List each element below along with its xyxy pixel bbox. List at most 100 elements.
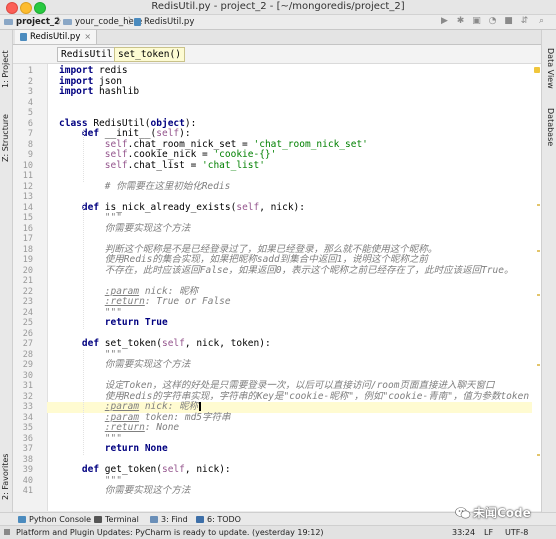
- window-title: RedisUtil.py - project_2 - [~/mongoredis…: [151, 1, 405, 12]
- line-number: 27: [22, 339, 33, 349]
- favorites-tool-button[interactable]: 2: Favorites: [1, 454, 10, 500]
- line-number: 10: [22, 160, 33, 171]
- text-caret: [199, 402, 201, 411]
- code-line[interactable]: 你需要实现这个方法: [59, 359, 191, 371]
- line-number: 28: [22, 349, 33, 360]
- search-icon[interactable]: ⌕: [537, 16, 546, 27]
- line-number: 23: [22, 297, 33, 307]
- nav-crumb-project[interactable]: project_2: [4, 15, 60, 29]
- line-number: 41: [22, 486, 33, 496]
- breadcrumb-class[interactable]: RedisUtil: [57, 47, 117, 62]
- window-title-bar: RedisUtil.py - project_2 - [~/mongoredis…: [0, 0, 556, 15]
- breadcrumb-method[interactable]: set_token(): [114, 47, 185, 62]
- close-tab-icon[interactable]: ×: [84, 32, 91, 41]
- line-number: 38: [22, 454, 33, 465]
- line-number: 40: [22, 475, 33, 486]
- code-line[interactable]: # 你需要在这里初始化Redis: [59, 181, 231, 193]
- code-editor[interactable]: 1 2 3 4 5 6 7 8 9 10 11 12 13 14 15 16 17 18 19 20 21 22 23 24 2…: [13, 64, 541, 511]
- line-number: 25: [22, 318, 33, 328]
- inspection-mark[interactable]: [537, 364, 540, 366]
- stop-icon[interactable]: ■: [504, 16, 513, 27]
- code-line[interactable]: 你需要实现这个方法: [59, 223, 191, 235]
- indent-guide: [83, 349, 84, 455]
- code-line[interactable]: 不存在，此时应该返回False，如果返回0，表示这个昵称之前已经存在了，此时应该…: [59, 265, 514, 277]
- line-number: 21: [22, 276, 33, 286]
- database-tool-button[interactable]: Database: [546, 108, 555, 146]
- line-number: 36: [22, 433, 33, 444]
- line-number: 4: [27, 97, 33, 108]
- line-number: 7: [27, 129, 33, 139]
- editor-tab-bar: RedisUtil.py ×: [13, 30, 541, 45]
- line-number: 2: [27, 76, 33, 87]
- profile-icon[interactable]: ◔: [488, 16, 497, 27]
- watermark: 未闻Code: [455, 503, 531, 523]
- caret-position[interactable]: 33:24: [452, 526, 475, 539]
- status-bar: Platform and Plugin Updates: PyCharm is …: [0, 525, 556, 539]
- vcs-icon[interactable]: ⇵: [520, 16, 529, 27]
- inspection-status-icon[interactable]: [534, 67, 540, 73]
- left-tool-strip: 1: Project Z: Structure 2: Favorites: [0, 30, 13, 512]
- coverage-icon[interactable]: ▣: [472, 16, 481, 27]
- line-number: 1: [27, 66, 33, 76]
- python-file-icon: [134, 17, 141, 26]
- structure-breadcrumb-bar: RedisUtil set_token(): [13, 45, 541, 64]
- find-icon: [150, 516, 158, 523]
- line-number: 35: [22, 423, 33, 433]
- line-number: 33: [22, 402, 33, 412]
- line-number: 19: [22, 255, 33, 265]
- folder-icon: [4, 18, 13, 25]
- status-message[interactable]: Platform and Plugin Updates: PyCharm is …: [16, 526, 324, 539]
- code-line[interactable]: 你需要实现这个方法: [59, 485, 191, 497]
- project-tool-button[interactable]: 1: Project: [1, 50, 10, 88]
- line-number: 31: [22, 381, 33, 391]
- line-separator[interactable]: LF: [484, 526, 493, 539]
- debug-icon[interactable]: ✱: [456, 16, 465, 27]
- todo-icon: [196, 516, 204, 523]
- line-number: 16: [22, 223, 33, 234]
- navigation-bar: project_2 〉 your_code_here 〉 RedisUtil.p…: [0, 15, 556, 30]
- folder-icon: [63, 18, 72, 25]
- line-number: 30: [22, 370, 33, 381]
- data-view-tool-button[interactable]: Data View: [546, 48, 555, 89]
- code-line[interactable]: return None: [59, 443, 168, 455]
- line-number-gutter: 1 2 3 4 5 6 7 8 9 10 11 12 13 14 15 16 17 18 19 20 21 22 23 24 2…: [13, 64, 48, 511]
- line-number: 37: [22, 444, 33, 454]
- code-line[interactable]: import hashlib: [59, 86, 139, 98]
- wechat-icon: [455, 507, 471, 519]
- terminal-icon: [94, 516, 102, 523]
- indent-guide: [83, 129, 84, 182]
- inspection-mark[interactable]: [537, 250, 540, 252]
- file-encoding[interactable]: UTF-8: [505, 526, 528, 539]
- nav-crumb-file[interactable]: RedisUtil.py: [134, 15, 194, 29]
- line-number: 39: [22, 465, 33, 475]
- status-icon: [4, 529, 10, 535]
- line-number: 20: [22, 265, 33, 276]
- code-line[interactable]: self.chat_list = 'chat_list': [59, 160, 265, 172]
- line-number: 34: [22, 412, 33, 423]
- line-number: 26: [22, 328, 33, 339]
- right-tool-strip: Data View Database: [541, 30, 556, 512]
- line-number: 14: [22, 202, 33, 213]
- line-number: 13: [22, 192, 33, 202]
- line-number: 12: [22, 181, 33, 192]
- indent-guide: [83, 202, 84, 329]
- run-icon[interactable]: ▶: [440, 16, 449, 27]
- python-console-icon: [18, 516, 26, 523]
- line-number: 6: [27, 118, 33, 129]
- line-number: 15: [22, 213, 33, 223]
- tab-redisutil[interactable]: RedisUtil.py ×: [15, 30, 98, 44]
- watermark-text: 未闻Code: [473, 506, 531, 520]
- line-number: 24: [22, 307, 33, 318]
- inspection-mark[interactable]: [537, 454, 540, 456]
- inspection-mark[interactable]: [537, 294, 540, 296]
- line-number: 9: [27, 150, 33, 160]
- python-file-icon: [20, 32, 27, 41]
- line-number: 3: [27, 87, 33, 97]
- line-number: 8: [27, 139, 33, 150]
- line-number: 18: [22, 244, 33, 255]
- line-number: 32: [22, 391, 33, 402]
- inspection-mark[interactable]: [537, 204, 540, 206]
- line-number: 11: [22, 171, 33, 181]
- code-line[interactable]: return True: [59, 317, 168, 329]
- structure-tool-button[interactable]: Z: Structure: [1, 114, 10, 162]
